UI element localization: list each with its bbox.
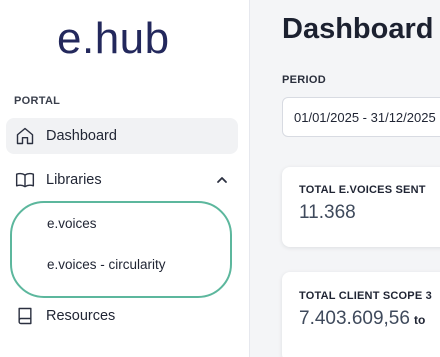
sidebar-item-resources[interactable]: Resources	[6, 298, 238, 334]
period-label: PERIOD	[282, 74, 326, 86]
sidebar-item-dashboard[interactable]: Dashboard	[6, 118, 238, 154]
book-icon	[15, 306, 35, 326]
brand-logo[interactable]: e.hub	[57, 14, 170, 64]
home-icon	[15, 126, 35, 146]
book-open-icon	[15, 170, 35, 190]
section-label-portal: PORTAL	[14, 95, 61, 107]
card-title: TOTAL E.VOICES SENT	[299, 184, 426, 196]
sidebar: e.hub PORTAL Dashboard Libraries e.voice…	[0, 0, 250, 357]
main-content: Dashboard PERIOD 01/01/2025 - 31/12/2025…	[250, 0, 440, 357]
sidebar-item-label: Resources	[46, 308, 116, 324]
page-title: Dashboard	[282, 13, 434, 45]
chevron-up-icon[interactable]	[214, 172, 230, 188]
sidebar-subitem-evoices[interactable]: e.voices	[47, 216, 97, 231]
sidebar-item-label: Libraries	[46, 172, 102, 188]
card-value-row: 7.403.609,56 to	[299, 308, 425, 330]
card-value: 7.403.609,56	[299, 308, 410, 329]
sidebar-item-libraries[interactable]: Libraries	[6, 162, 238, 198]
period-date-range-input[interactable]: 01/01/2025 - 31/12/2025	[282, 97, 440, 137]
stat-card-evoices-sent: TOTAL E.VOICES SENT 11.368	[282, 167, 440, 247]
card-unit: to	[413, 313, 426, 327]
stat-card-client-scope3: TOTAL CLIENT SCOPE 3 7.403.609,56 to	[282, 272, 440, 357]
sidebar-subitem-evoices-circularity[interactable]: e.voices - circularity	[47, 257, 166, 272]
sidebar-item-label: Dashboard	[46, 128, 117, 144]
card-value: 11.368	[299, 202, 356, 223]
card-title: TOTAL CLIENT SCOPE 3	[299, 290, 432, 302]
highlight-annotation-ring	[10, 201, 232, 298]
